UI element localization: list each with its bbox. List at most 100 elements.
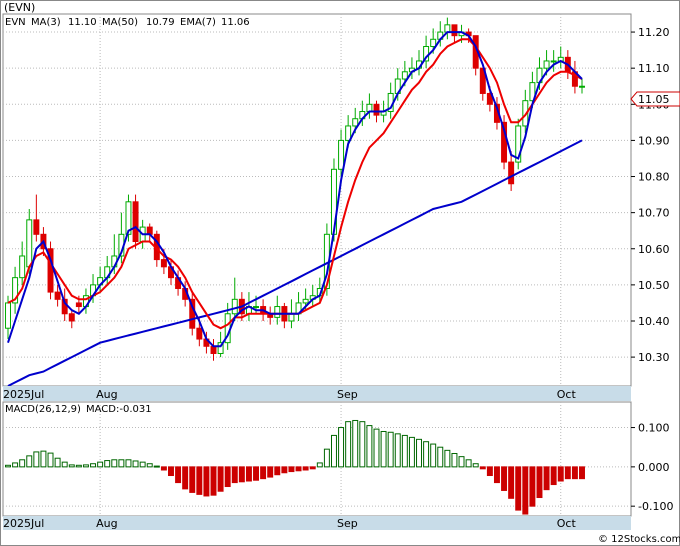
candle-body: [253, 306, 260, 309]
candle-body: [68, 313, 75, 322]
candle-body: [132, 201, 139, 243]
macd-bar: [550, 466, 557, 486]
macd-tick-label: -0.100: [638, 500, 673, 513]
time-axis-label: Aug: [96, 517, 117, 530]
macd-bar: [47, 452, 54, 468]
macd-tick-label: 0.000: [638, 461, 670, 474]
candle-body: [5, 302, 11, 329]
macd-bar: [401, 434, 408, 468]
macd-bar: [465, 459, 472, 468]
macd-panel: [2, 401, 632, 517]
macd-tick-label: 0.100: [638, 422, 670, 435]
candle-body: [33, 219, 40, 235]
legend-ma3-value: 11.10: [68, 17, 97, 28]
macd-bar: [288, 466, 295, 473]
macd-bar: [394, 433, 401, 468]
macd-bar: [571, 466, 578, 480]
legend-ema7-label: EMA(7): [180, 17, 216, 28]
macd-bar: [139, 461, 146, 468]
legend-ma3-label: MA(3): [31, 17, 61, 28]
candle-body: [508, 161, 515, 185]
macd-bar: [387, 431, 394, 468]
legend: EVN MA(3) 11.10 MA(50) 10.79 EMA(7) 11.0…: [5, 17, 250, 28]
macd-bar: [323, 448, 330, 468]
macd-bar: [125, 459, 132, 468]
macd-legend-value: MACD:-0.031: [86, 404, 152, 415]
candle-body: [288, 313, 295, 322]
candle-body: [579, 85, 585, 88]
legend-ema7-value: 11.06: [221, 17, 250, 28]
macd-bar: [61, 461, 68, 468]
macd-bar: [231, 466, 238, 484]
stock-chart: (EVN) 11.2011.1011.0010.9010.8010.7010.6…: [0, 0, 680, 546]
macd-bar: [217, 466, 224, 492]
macd-bar: [90, 463, 97, 468]
candle-body: [302, 298, 309, 304]
candle-body: [401, 71, 408, 80]
macd-bar: [160, 466, 167, 471]
macd-bar: [210, 466, 217, 496]
macd-bar: [486, 466, 493, 477]
candle-body: [75, 302, 82, 308]
price-tick-label: 10.60: [638, 243, 670, 256]
candle-body: [160, 259, 167, 268]
macd-bar: [557, 466, 564, 482]
macd-bar: [132, 460, 139, 468]
macd-bar: [522, 466, 529, 515]
candle-body: [373, 103, 380, 116]
macd-bar: [111, 459, 118, 468]
macd-bar: [543, 466, 550, 491]
macd-bar: [104, 460, 111, 468]
macd-bar: [493, 466, 500, 484]
time-axis-label: Oct: [557, 388, 577, 401]
macd-bar: [309, 466, 316, 470]
macd-bar: [40, 450, 47, 468]
macd-bar: [408, 436, 415, 468]
macd-bar: [564, 466, 571, 480]
macd-bar: [330, 434, 337, 468]
macd-bar: [437, 446, 444, 468]
ticker-label: (EVN): [4, 1, 35, 14]
macd-bar: [472, 463, 479, 468]
macd-bar: [536, 466, 543, 499]
macd-bar: [238, 466, 245, 483]
price-tick-label: 10.80: [638, 171, 670, 184]
current-price-tag: 11.05: [630, 91, 680, 107]
macd-bar: [316, 462, 323, 468]
macd-bar: [423, 441, 430, 468]
time-axis-label: Oct: [557, 517, 577, 530]
macd-bar: [189, 466, 196, 493]
macd-bar: [345, 421, 352, 468]
macd-bar: [274, 466, 281, 476]
time-axis-label: Aug: [96, 388, 117, 401]
macd-bar: [479, 466, 486, 470]
candle-body: [550, 60, 557, 63]
price-tick-label: 10.90: [638, 134, 670, 147]
macd-bar: [373, 428, 380, 468]
candle-body: [543, 60, 550, 69]
price-tick-label: 10.50: [638, 279, 670, 292]
price-tick-label: 10.30: [638, 351, 670, 364]
macd-bar: [380, 430, 387, 468]
macd-bar: [366, 425, 373, 468]
macd-bar: [26, 455, 33, 468]
legend-ma50-label: MA(50): [102, 17, 138, 28]
candle-body: [451, 24, 458, 37]
macd-bar: [281, 466, 288, 474]
macd-bar: [295, 466, 302, 472]
macd-bar: [182, 466, 189, 490]
price-tick-label: 10.40: [638, 315, 670, 328]
macd-bar: [97, 461, 104, 468]
macd-bar: [54, 457, 61, 468]
macd-bar: [267, 466, 274, 478]
macd-bar: [153, 465, 160, 468]
candle-body: [430, 38, 437, 48]
time-axis-label: 2025Jul: [3, 388, 44, 401]
price-tick-label: 11.20: [638, 26, 670, 39]
current-price-value: 11.05: [638, 93, 670, 106]
macd-bar: [19, 459, 26, 468]
macd-bar: [352, 419, 359, 468]
candle-body: [196, 327, 203, 340]
price-tick-label: 11.10: [638, 62, 670, 75]
macd-bar: [245, 466, 252, 482]
